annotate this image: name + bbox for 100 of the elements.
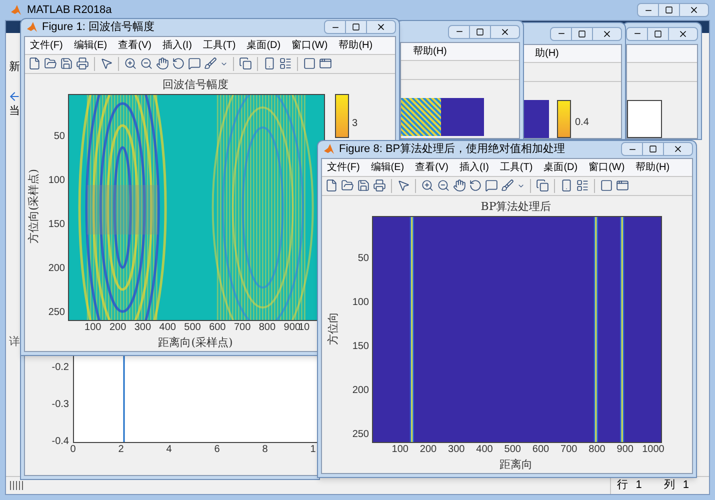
maximize-button[interactable] <box>643 142 663 156</box>
new-file-icon[interactable] <box>325 179 338 192</box>
y-tick-label: 50 <box>358 254 369 264</box>
close-icon <box>689 5 699 15</box>
x-tick-label: 400 <box>476 444 493 454</box>
menu-item[interactable]: 工具(T) <box>202 38 236 52</box>
window-title: Figure 1: 回波信号幅度 <box>42 20 154 35</box>
folder-icon[interactable] <box>44 57 57 70</box>
menu-item[interactable]: 编辑(E) <box>74 38 108 52</box>
x-tick-label: 300 <box>448 444 465 454</box>
x-tick-label: 300 <box>134 322 152 332</box>
plot-title: 回波信号幅度 <box>162 76 230 92</box>
zoom-in-icon[interactable] <box>124 57 137 70</box>
colorbar-icon[interactable] <box>263 57 276 70</box>
menu-item[interactable]: 插入(I) <box>459 160 489 174</box>
zoom-out-icon[interactable] <box>437 179 450 192</box>
folder-icon[interactable] <box>341 179 354 192</box>
row-label: 行 <box>616 478 628 494</box>
pointer-icon[interactable] <box>100 57 113 70</box>
x-tick-label: 100 <box>392 444 408 454</box>
zoom-out-icon[interactable] <box>140 57 153 70</box>
colorbar-tick-label: 0.4 <box>575 118 589 130</box>
menu-item[interactable]: 桌面(D) <box>544 160 578 174</box>
close-icon <box>678 28 688 38</box>
menu-item[interactable]: 文件(F) <box>327 160 360 174</box>
close-button[interactable] <box>679 3 709 17</box>
menu-item[interactable]: 工具(T) <box>500 160 533 174</box>
square-icon[interactable] <box>303 57 316 70</box>
menu-item[interactable]: 查看(V) <box>118 38 152 52</box>
x-tick-label: 400 <box>159 322 176 332</box>
noise-band <box>86 184 158 234</box>
x-tick-label: 900 <box>284 322 300 332</box>
window-title: Figure 8: BP算法处理后，使用绝对值相加处理 <box>339 142 566 157</box>
y-tick-label: 200 <box>48 264 65 274</box>
legend-icon[interactable] <box>576 179 589 192</box>
zoom-in-icon[interactable] <box>421 179 434 192</box>
menu-item[interactable]: 文件(F) <box>30 38 63 52</box>
maximize-button[interactable] <box>572 26 592 40</box>
brush-icon[interactable] <box>204 57 217 70</box>
heatmap-image <box>441 98 484 136</box>
menu-item[interactable]: 帮助(H) <box>338 38 373 52</box>
close-button[interactable] <box>366 20 396 34</box>
hand-icon[interactable] <box>453 179 466 192</box>
menu-item[interactable]: 查看(V) <box>415 160 448 174</box>
colorbar-icon[interactable] <box>560 179 573 192</box>
copy-icon[interactable] <box>239 57 252 70</box>
maximize-icon <box>578 30 586 38</box>
save-icon[interactable] <box>60 57 73 70</box>
x-tick-label: 1000 <box>642 444 664 454</box>
maximize-button[interactable] <box>470 24 490 38</box>
square-icon[interactable] <box>600 179 613 192</box>
print-icon[interactable] <box>373 179 386 192</box>
rotate-icon[interactable] <box>469 179 482 192</box>
hand-icon[interactable] <box>156 57 169 70</box>
brush-icon[interactable] <box>501 179 514 192</box>
y-tick-label: 250 <box>352 430 369 440</box>
maximize-button[interactable] <box>346 20 366 34</box>
x-tick-label: 600 <box>532 444 550 454</box>
copy-icon[interactable] <box>536 179 549 192</box>
window-icon[interactable] <box>319 57 332 70</box>
menu-item[interactable]: 帮助(H) <box>636 160 670 174</box>
new-file-icon[interactable] <box>28 57 41 70</box>
rotate-icon[interactable] <box>172 57 185 70</box>
data-tip-icon[interactable] <box>485 179 498 192</box>
pointer-icon[interactable] <box>397 179 410 192</box>
close-button[interactable] <box>490 24 520 38</box>
x-tick-label: 200 <box>420 444 437 454</box>
x-tick-label: 800 <box>258 322 276 332</box>
menu-item[interactable]: 助(H) <box>535 46 559 61</box>
close-button[interactable] <box>668 26 698 40</box>
close-icon <box>376 22 386 32</box>
matlab-logo-icon <box>26 21 38 34</box>
close-button[interactable] <box>663 142 693 156</box>
menu-item[interactable]: 窗口(W) <box>588 160 625 174</box>
y-axis-label: 方位向 <box>324 312 340 344</box>
menu-item[interactable]: 编辑(E) <box>370 160 404 174</box>
menu-item[interactable]: 窗口(W) <box>292 38 328 52</box>
column-value: 1 <box>682 478 689 494</box>
menu-item[interactable]: 桌面(D) <box>246 38 281 52</box>
x-tick-label: 900 <box>616 444 634 454</box>
plot-axes <box>627 100 662 138</box>
y-axis-label: 方位向(采样点) <box>26 168 41 244</box>
x-tick-label: 4 <box>166 445 172 455</box>
x-tick-label: 500 <box>504 444 521 454</box>
legend-icon[interactable] <box>279 57 292 70</box>
maximize-icon <box>654 30 662 38</box>
back-arrow-icon[interactable] <box>8 90 21 102</box>
menu-item[interactable]: 帮助(H) <box>413 44 447 59</box>
maximize-icon <box>665 6 673 14</box>
print-icon[interactable] <box>76 57 89 70</box>
x-tick-label: 200 <box>109 322 126 332</box>
panel-label: 当 <box>9 104 20 118</box>
window-icon[interactable] <box>616 179 629 192</box>
maximize-button[interactable] <box>659 3 679 17</box>
data-tip-icon[interactable] <box>188 57 201 70</box>
menu-item[interactable]: 插入(I) <box>162 38 192 52</box>
save-icon[interactable] <box>357 179 370 192</box>
maximize-button[interactable] <box>648 26 668 40</box>
close-button[interactable] <box>592 26 622 40</box>
status-bar-icon[interactable] <box>10 481 24 490</box>
